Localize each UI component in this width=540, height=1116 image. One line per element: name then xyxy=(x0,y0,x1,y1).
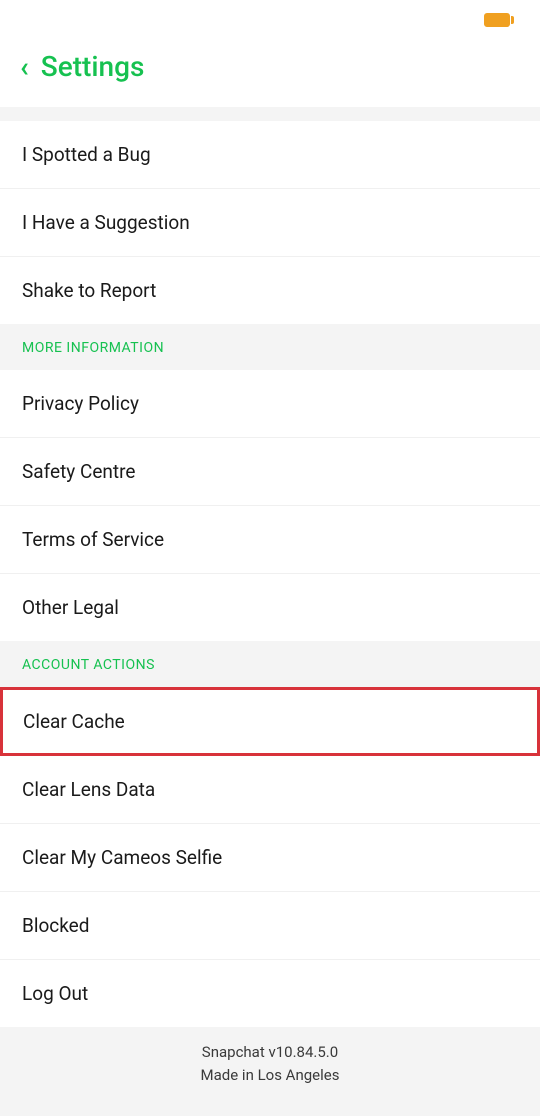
account-actions-section: Clear Lens Data Clear My Cameos Selfie B… xyxy=(0,756,540,1027)
highlight-box: Clear Cache xyxy=(0,687,540,756)
list-item-clear-cache[interactable]: Clear Cache xyxy=(3,690,537,753)
header-title: Settings xyxy=(41,50,145,83)
section-header-more-info: MORE INFORMATION xyxy=(0,324,540,370)
more-info-section: Privacy Policy Safety Centre Terms of Se… xyxy=(0,370,540,641)
list-item-label: Shake to Report xyxy=(22,279,156,302)
list-item-label: Terms of Service xyxy=(22,528,164,551)
header: ‹ Settings xyxy=(0,40,540,107)
list-item-terms-of-service[interactable]: Terms of Service xyxy=(0,506,540,574)
list-item-log-out[interactable]: Log Out xyxy=(0,960,540,1027)
section-gap xyxy=(0,107,540,121)
list-item-label: Other Legal xyxy=(22,596,119,619)
battery-icon xyxy=(484,13,510,27)
list-item-label: Clear My Cameos Selfie xyxy=(22,846,222,869)
list-item-label: Clear Lens Data xyxy=(22,778,155,801)
footer: Snapchat v10.84.5.0 Made in Los Angeles xyxy=(0,1027,540,1116)
list-item-label: Safety Centre xyxy=(22,460,135,483)
back-chevron-icon[interactable]: ‹ xyxy=(20,53,29,81)
section-header-label: ACCOUNT ACTIONS xyxy=(22,657,155,673)
list-item-clear-lens-data[interactable]: Clear Lens Data xyxy=(0,756,540,824)
list-item-label: Clear Cache xyxy=(23,710,125,733)
list-item-other-legal[interactable]: Other Legal xyxy=(0,574,540,641)
list-item-safety-centre[interactable]: Safety Centre xyxy=(0,438,540,506)
list-item-shake-report[interactable]: Shake to Report xyxy=(0,257,540,324)
list-item-label: Log Out xyxy=(22,982,88,1005)
status-bar xyxy=(0,0,540,40)
section-header-label: MORE INFORMATION xyxy=(22,340,164,356)
list-item-bug[interactable]: I Spotted a Bug xyxy=(0,121,540,189)
list-item-privacy-policy[interactable]: Privacy Policy xyxy=(0,370,540,438)
feedback-section: I Spotted a Bug I Have a Suggestion Shak… xyxy=(0,121,540,324)
list-item-label: I Have a Suggestion xyxy=(22,211,190,234)
list-item-label: Privacy Policy xyxy=(22,392,139,415)
list-item-label: I Spotted a Bug xyxy=(22,143,151,166)
list-item-clear-cameos-selfie[interactable]: Clear My Cameos Selfie xyxy=(0,824,540,892)
list-item-blocked[interactable]: Blocked xyxy=(0,892,540,960)
list-item-suggestion[interactable]: I Have a Suggestion xyxy=(0,189,540,257)
list-item-label: Blocked xyxy=(22,914,89,937)
section-header-account-actions: ACCOUNT ACTIONS xyxy=(0,641,540,687)
footer-location: Made in Los Angeles xyxy=(0,1064,540,1087)
footer-version: Snapchat v10.84.5.0 xyxy=(0,1041,540,1064)
